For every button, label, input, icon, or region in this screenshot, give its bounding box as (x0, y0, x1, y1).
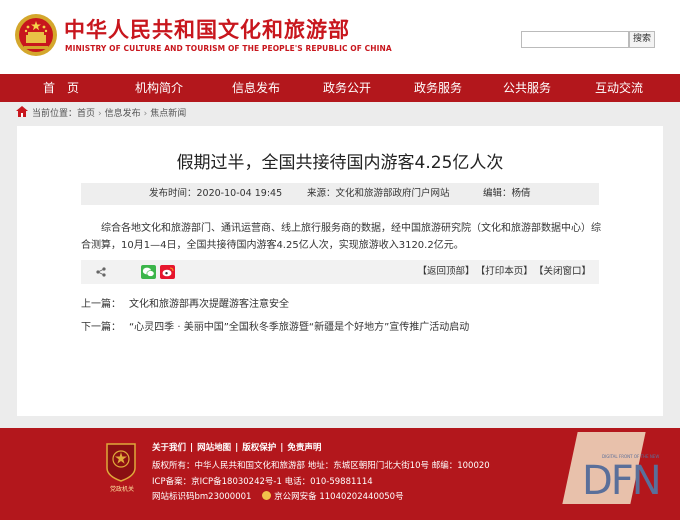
nav-item-public-services[interactable]: 公共服务 (492, 74, 562, 102)
footer-icp[interactable]: ICP备案：京ICP备18030242号-1 电话：010-59881114 (152, 475, 373, 487)
print-page-link[interactable]: 【打印本页】 (480, 266, 532, 277)
close-window-link[interactable]: 【关闭窗口】 (539, 266, 591, 277)
breadcrumb: 当前位置：首页 › 信息发布 › 焦点新闻 (16, 106, 186, 122)
search-input[interactable] (521, 31, 629, 48)
weibo-icon[interactable] (160, 265, 175, 279)
share-links: 【返回顶部】 【打印本页】 【关闭窗口】 (411, 260, 591, 284)
footer-link-copyright[interactable]: 版权保护 (242, 443, 276, 453)
footer-site-id-row: 网站标识码bm23000001 京公网安备 11040202440050号 (152, 490, 404, 502)
prev-label: 上一篇： (81, 299, 121, 310)
breadcrumb-separator: › (143, 109, 148, 119)
party-gov-badge-icon[interactable] (104, 442, 138, 482)
breadcrumb-info-release[interactable]: 信息发布 (105, 109, 141, 119)
article-card: 假期过半，全国共接待国内游客4.25亿人次 发布时间：2020-10-04 19… (17, 126, 663, 416)
national-emblem-icon[interactable] (14, 13, 58, 57)
share-bar: 【返回顶部】 【打印本页】 【关闭窗口】 (81, 260, 599, 284)
footer-links: 关于我们 | 网站地图 | 版权保护 | 免责声明 (152, 443, 322, 453)
wechat-icon[interactable] (141, 265, 156, 279)
article-title: 假期过半，全国共接待国内游客4.25亿人次 (176, 153, 504, 173)
nav-item-gov-services[interactable]: 政务服务 (403, 74, 473, 102)
site-title[interactable]: 中华人民共和国文化和旅游部 (64, 14, 350, 44)
footer-link-sitemap[interactable]: 网站地图 (197, 443, 231, 453)
publish-time: 发布时间：2020-10-04 19:45 (149, 188, 283, 199)
breadcrumb-focus-news[interactable]: 焦点新闻 (150, 109, 186, 119)
article-body: 综合各地文化和旅游部门、通讯运营商、线上旅行服务商的数据，经中国旅游研究院（文化… (81, 223, 601, 251)
watermark-logo-text: DFN (582, 458, 662, 504)
next-article-link[interactable]: “心灵四季 · 美丽中国”全国秋冬季旅游暨“新疆是个好地方”宣传推广活动启动 (129, 322, 469, 333)
footer-site-id: 网站标识码bm23000001 (152, 492, 252, 502)
article-meta: 发布时间：2020-10-04 19:45 来源：文化和旅游部政府门户网站 编辑… (81, 183, 599, 205)
footer-link-about[interactable]: 关于我们 (152, 443, 186, 453)
site-subtitle: MINISTRY OF CULTURE AND TOURISM OF THE P… (65, 44, 392, 53)
article-source: 来源：文化和旅游部政府门户网站 (307, 188, 450, 199)
footer-copyright: 版权所有：中华人民共和国文化和旅游部 地址：东城区朝阳门北大街10号 邮编：10… (152, 461, 490, 471)
prev-article-link[interactable]: 文化和旅游部再次提醒游客注意安全 (129, 299, 289, 310)
prev-article: 上一篇： 文化和旅游部再次提醒游客注意安全 (81, 295, 289, 310)
article-editor: 编辑：杨倩 (483, 188, 531, 199)
search-button[interactable]: 搜索 (629, 31, 655, 48)
badge-caption: 党政机关 (109, 486, 134, 493)
breadcrumb-separator: › (98, 109, 102, 119)
breadcrumb-prefix: 当前位置： (32, 109, 78, 119)
nav-item-gov-affairs-open[interactable]: 政务公开 (312, 74, 382, 102)
nav-item-home[interactable]: 首 页 (26, 74, 96, 102)
site-header: 中华人民共和国文化和旅游部 MINISTRY OF CULTURE AND TO… (0, 0, 680, 74)
dfn-watermark: DIGITAL FRONT OF THE NEW DFN (562, 428, 680, 520)
nav-item-interaction[interactable]: 互动交流 (584, 74, 654, 102)
next-label: 下一篇： (81, 322, 121, 333)
home-icon (16, 106, 28, 117)
nav-item-about[interactable]: 机构简介 (124, 74, 194, 102)
main-nav: 首 页 机构简介 信息发布 政务公开 政务服务 公共服务 互动交流 (0, 74, 680, 102)
next-article: 下一篇： “心灵四季 · 美丽中国”全国秋冬季旅游暨“新疆是个好地方”宣传推广活动… (81, 318, 469, 333)
footer-police-record[interactable]: 京公网安备 11040202440050号 (274, 492, 403, 502)
footer-link-disclaimer[interactable]: 免责声明 (287, 443, 321, 453)
breadcrumb-home[interactable]: 首页 (77, 109, 95, 119)
nav-item-info-release[interactable]: 信息发布 (221, 74, 291, 102)
share-icon[interactable] (96, 267, 106, 277)
back-to-top-link[interactable]: 【返回顶部】 (417, 266, 474, 277)
police-badge-icon (262, 491, 272, 500)
